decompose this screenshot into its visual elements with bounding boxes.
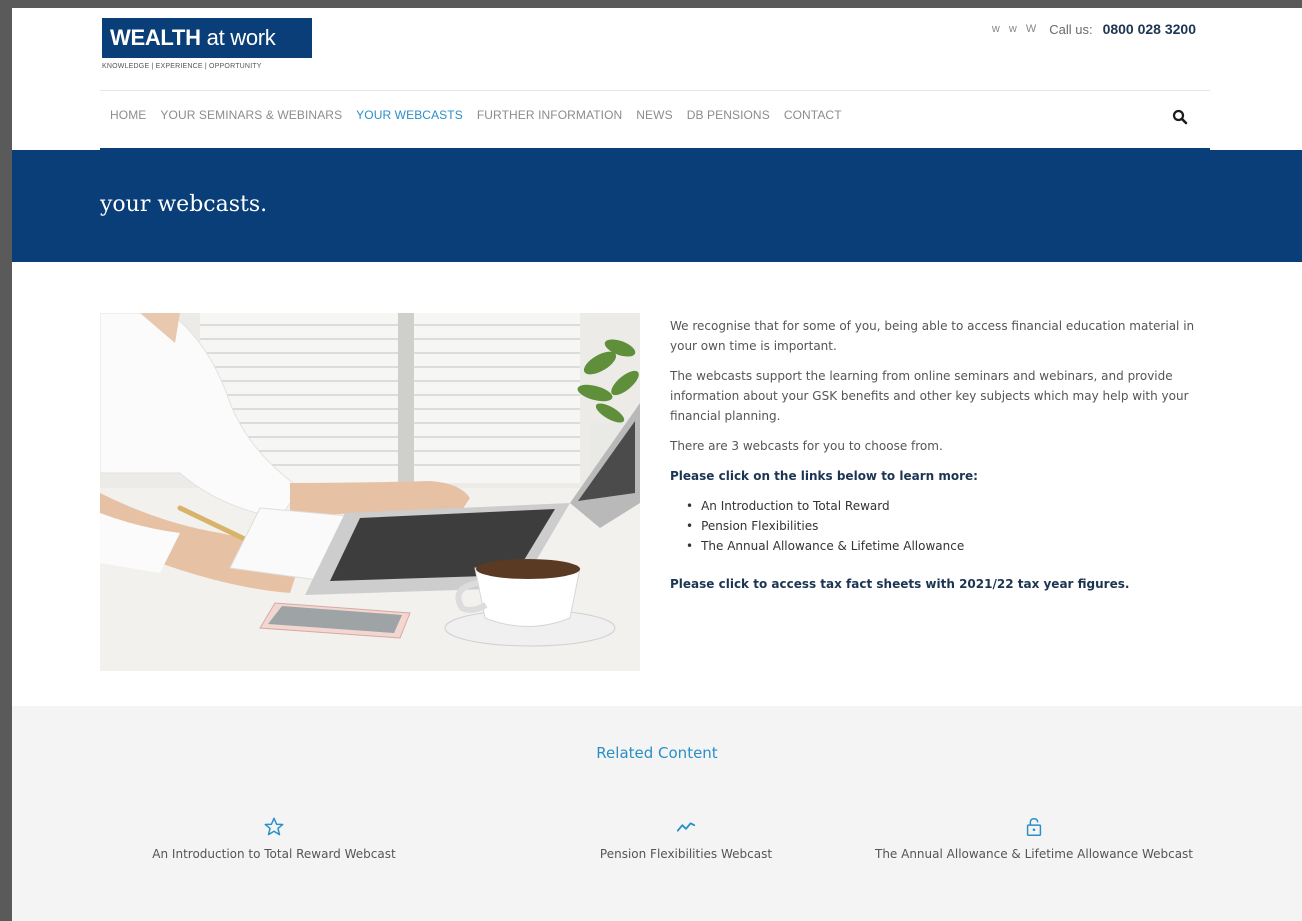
logo-sub-text: at work [206, 25, 276, 50]
related-item-annual-allowance[interactable]: The Annual Allowance & Lifetime Allowanc… [874, 816, 1194, 864]
tax-fact-sheets-link[interactable]: Please click to access tax fact sheets w… [670, 577, 1129, 591]
related-content-title: Related Content [596, 744, 718, 762]
logo-wordmark: WEALTH at work [102, 18, 312, 58]
search-icon[interactable] [1172, 109, 1188, 125]
nav-item-webcasts[interactable]: YOUR WEBCASTS [356, 108, 463, 122]
nav-item-db-pensions[interactable]: DB PENSIONS [687, 108, 770, 122]
unlock-icon [1026, 818, 1042, 836]
list-item: Pension Flexibilities [686, 516, 1202, 536]
social-links[interactable]: w w W [992, 23, 1039, 35]
call-number[interactable]: 0800 028 3200 [1103, 21, 1196, 37]
hero-image [100, 313, 640, 671]
related-content-section: Related Content An Introduction to Total… [12, 706, 1302, 921]
header-contact: w w W Call us: 0800 028 3200 [992, 21, 1196, 37]
logo-main-text: WEALTH [110, 25, 201, 50]
star-icon [264, 817, 284, 836]
page: WEALTH at work KNOWLEDGE | EXPERIENCE | … [12, 8, 1302, 921]
intro-paragraph-1: We recognise that for some of you, being… [670, 319, 1195, 353]
nav-item-seminars-webinars[interactable]: YOUR SEMINARS & WEBINARS [160, 108, 342, 122]
page-banner: your webcasts. [12, 150, 1302, 262]
intro-paragraph-2: The webcasts support the learning from o… [670, 369, 1189, 423]
site-header: WEALTH at work KNOWLEDGE | EXPERIENCE | … [12, 8, 1302, 150]
links-heading: Please click on the links below to learn… [670, 469, 978, 483]
main-navigation: HOME YOUR SEMINARS & WEBINARS YOUR WEBCA… [100, 90, 1210, 148]
related-item-label: The Annual Allowance & Lifetime Allowanc… [874, 847, 1194, 861]
nav-item-news[interactable]: NEWS [636, 108, 672, 122]
trend-line-icon [676, 822, 696, 832]
call-label: Call us: [1049, 21, 1093, 37]
nav-item-home[interactable]: HOME [110, 108, 146, 122]
related-item-pension-flexibilities[interactable]: Pension Flexibilities Webcast [526, 816, 846, 864]
webcast-links-list: An Introduction to Total Reward Pension … [686, 496, 1202, 556]
logo-tagline: KNOWLEDGE | EXPERIENCE | OPPORTUNITY [102, 63, 262, 70]
webcast-link-total-reward[interactable]: An Introduction to Total Reward [701, 499, 890, 513]
logo[interactable]: WEALTH at work KNOWLEDGE | EXPERIENCE | … [102, 18, 312, 70]
page-title: your webcasts. [100, 192, 268, 217]
webcast-link-pension-flexibilities[interactable]: Pension Flexibilities [701, 519, 818, 533]
intro-paragraph-3: There are 3 webcasts for you to choose f… [670, 439, 943, 453]
related-item-label: Pension Flexibilities Webcast [599, 847, 773, 861]
related-item-total-reward[interactable]: An Introduction to Total Reward Webcast [114, 816, 434, 864]
webcast-link-annual-allowance[interactable]: The Annual Allowance & Lifetime Allowanc… [701, 539, 964, 553]
nav-item-contact[interactable]: CONTACT [784, 108, 842, 122]
intro-content: We recognise that for some of you, being… [670, 316, 1202, 604]
related-item-label: An Introduction to Total Reward Webcast [152, 847, 396, 861]
nav-item-further-information[interactable]: FURTHER INFORMATION [477, 108, 622, 122]
nav-menu: HOME YOUR SEMINARS & WEBINARS YOUR WEBCA… [110, 108, 856, 122]
list-item: An Introduction to Total Reward [686, 496, 1202, 516]
list-item: The Annual Allowance & Lifetime Allowanc… [686, 536, 1202, 556]
